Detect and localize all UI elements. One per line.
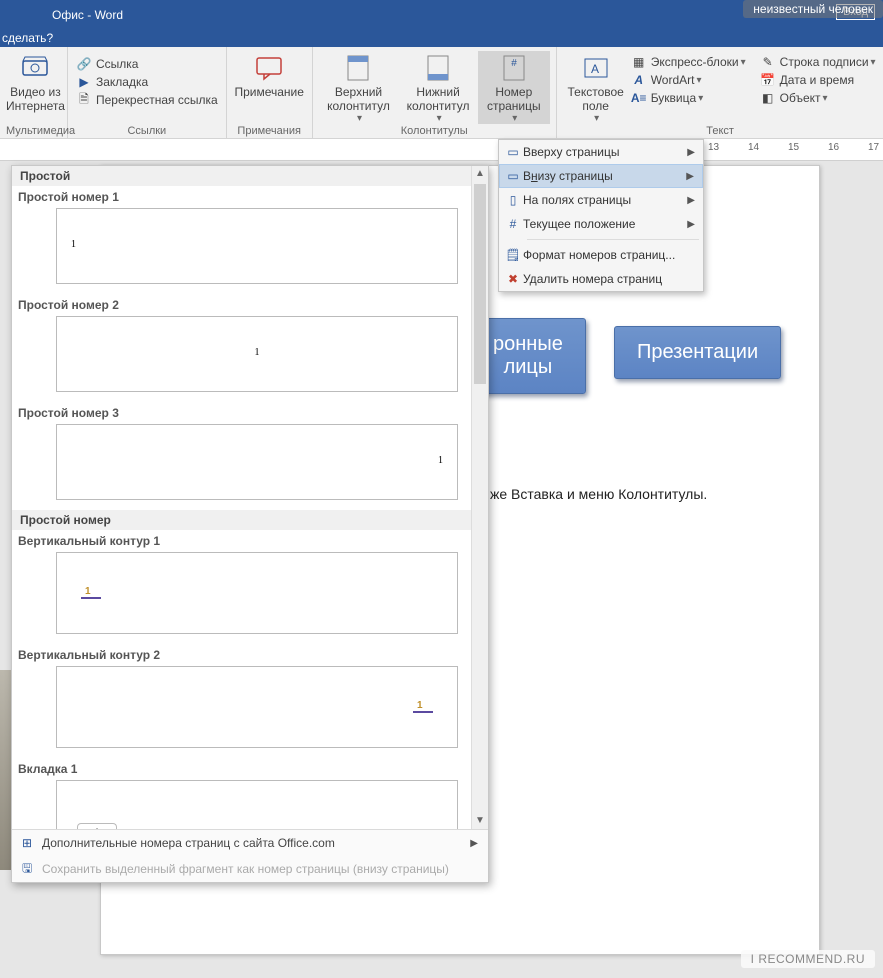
group-label-headerfooter: Колонтитулы [319, 124, 550, 137]
page-number-gallery: Простой Простой номер 1 1 Простой номер … [11, 165, 489, 883]
object-button[interactable]: ◧Объект [758, 89, 878, 107]
doc-top-icon: ▭ [503, 145, 523, 159]
scroll-up-icon[interactable]: ▲ [472, 166, 488, 182]
gallery-item-tab1[interactable]: 1 [56, 780, 458, 829]
more-from-office-button[interactable]: ⊞Дополнительные номера страниц с сайта O… [12, 830, 488, 856]
dropcap-button[interactable]: A≡Буквица [629, 89, 748, 107]
doc-bottom-icon: ▭ [503, 169, 523, 183]
menu-page-margins[interactable]: ▯На полях страницы▶ [499, 188, 703, 212]
svg-text:#: # [511, 58, 517, 69]
gallery-item-vertical1[interactable] [56, 552, 458, 634]
group-label-text: Текст [563, 124, 878, 137]
menu-bottom-of-page[interactable]: ▭Внизу страницы▶ [499, 164, 703, 188]
gallery-group-plain-number: Простой номер [12, 510, 488, 530]
scroll-thumb[interactable] [474, 184, 486, 384]
submenu-arrow-icon: ▶ [470, 838, 478, 849]
menu-format-page-numbers[interactable]: 🗒Формат номеров страниц... [499, 243, 703, 267]
body-text: же Вставка и меню Колонтитулы. [490, 486, 707, 502]
object-icon: ◧ [760, 90, 776, 106]
footer-icon [423, 53, 453, 83]
bookmark-icon: ▶ [76, 74, 92, 90]
gallery-item-simple2[interactable]: 1 [56, 316, 458, 392]
gallery-item-label: Вертикальный контур 1 [12, 530, 488, 548]
cross-ref-icon: 🗎 [76, 92, 92, 108]
signature-icon: ✎ [760, 54, 776, 70]
text-box-button[interactable]: A Текстовое поле [563, 51, 629, 124]
gallery-item-label: Простой номер 1 [12, 186, 488, 204]
scroll-down-icon[interactable]: ▼ [472, 813, 488, 829]
window-title: Офис - Word [52, 8, 123, 22]
group-label-comments: Примечания [233, 124, 306, 137]
submenu-arrow-icon: ▶ [686, 171, 694, 182]
group-label-links: Ссылки [74, 124, 220, 137]
page-number-menu: ▭Вверху страницы▶ ▭Внизу страницы▶ ▯На п… [498, 139, 704, 292]
cross-reference-button[interactable]: 🗎Перекрестная ссылка [74, 91, 220, 109]
gallery-item-vertical2[interactable] [56, 666, 458, 748]
gallery-item-simple1[interactable]: 1 [56, 208, 458, 284]
comment-button[interactable]: Примечание [233, 51, 306, 99]
bookmark-button[interactable]: ▶Закладка [74, 73, 150, 91]
datetime-icon: 📅 [760, 72, 776, 88]
submenu-arrow-icon: ▶ [687, 219, 695, 230]
smartart-box-presentations[interactable]: Презентации [614, 326, 781, 379]
menu-remove-page-numbers[interactable]: ✖Удалить номера страниц [499, 267, 703, 291]
menu-current-position[interactable]: #Текущее положение▶ [499, 212, 703, 236]
video-icon [20, 53, 50, 83]
tell-me-bar[interactable]: сделать? [0, 29, 883, 47]
gallery-scrollbar[interactable]: ▲ ▼ [471, 166, 488, 829]
submenu-arrow-icon: ▶ [687, 147, 695, 158]
link-icon: 🔗 [76, 56, 92, 72]
svg-text:A: A [591, 62, 599, 76]
hash-icon: # [503, 217, 523, 231]
horizontal-ruler[interactable]: 13 14 15 16 17 [0, 139, 883, 161]
hyperlink-button[interactable]: 🔗Ссылка [74, 55, 140, 73]
page-number-button[interactable]: # Номер страницы [478, 51, 550, 124]
dropcap-icon: A≡ [631, 90, 647, 106]
header-button[interactable]: Верхний колонтитул [319, 51, 399, 124]
wordart-icon: A [631, 72, 647, 88]
wordart-button[interactable]: AWordArt [629, 71, 748, 89]
gallery-item-label: Вкладка 1 [12, 758, 488, 776]
group-label-multimedia: Мультимедиа [6, 124, 61, 137]
overlay-label: неизвестный человек [743, 0, 883, 18]
ribbon: Видео из Интернета Мультимедиа 🔗Ссылка ▶… [0, 47, 883, 139]
remove-icon: ✖ [503, 272, 523, 286]
signature-line-button[interactable]: ✎Строка подписи [758, 53, 878, 71]
gallery-item-label: Простой номер 3 [12, 402, 488, 420]
save-icon: 🖫 [22, 859, 42, 880]
gallery-group-simple: Простой [12, 166, 488, 186]
gallery-item-label: Простой номер 2 [12, 294, 488, 312]
doc-margin-icon: ▯ [503, 193, 523, 207]
quickparts-icon: ▦ [631, 54, 647, 70]
gallery-item-label: Вертикальный контур 2 [12, 644, 488, 662]
submenu-arrow-icon: ▶ [687, 195, 695, 206]
tab-preview-shape: 1 [77, 823, 117, 829]
menu-separator [527, 239, 699, 240]
gallery-item-simple3[interactable]: 1 [56, 424, 458, 500]
save-selection-button: 🖫Сохранить выделенный фрагмент как номер… [12, 856, 488, 882]
watermark: I RECOMMEND.RU [741, 950, 875, 968]
quick-parts-button[interactable]: ▦Экспресс-блоки [629, 53, 748, 71]
comment-icon [254, 53, 284, 83]
gallery-footer: ⊞Дополнительные номера страниц с сайта O… [12, 829, 488, 882]
menu-top-of-page[interactable]: ▭Вверху страницы▶ [499, 140, 703, 164]
date-time-button[interactable]: 📅Дата и время [758, 71, 878, 89]
page-number-icon: # [499, 53, 529, 83]
textbox-icon: A [581, 53, 611, 83]
format-icon: 🗒 [503, 248, 523, 262]
online-video-button[interactable]: Видео из Интернета [6, 51, 65, 113]
footer-button[interactable]: Нижний колонтитул [398, 51, 478, 124]
header-icon [343, 53, 373, 83]
office-icon: ⊞ [22, 836, 42, 850]
